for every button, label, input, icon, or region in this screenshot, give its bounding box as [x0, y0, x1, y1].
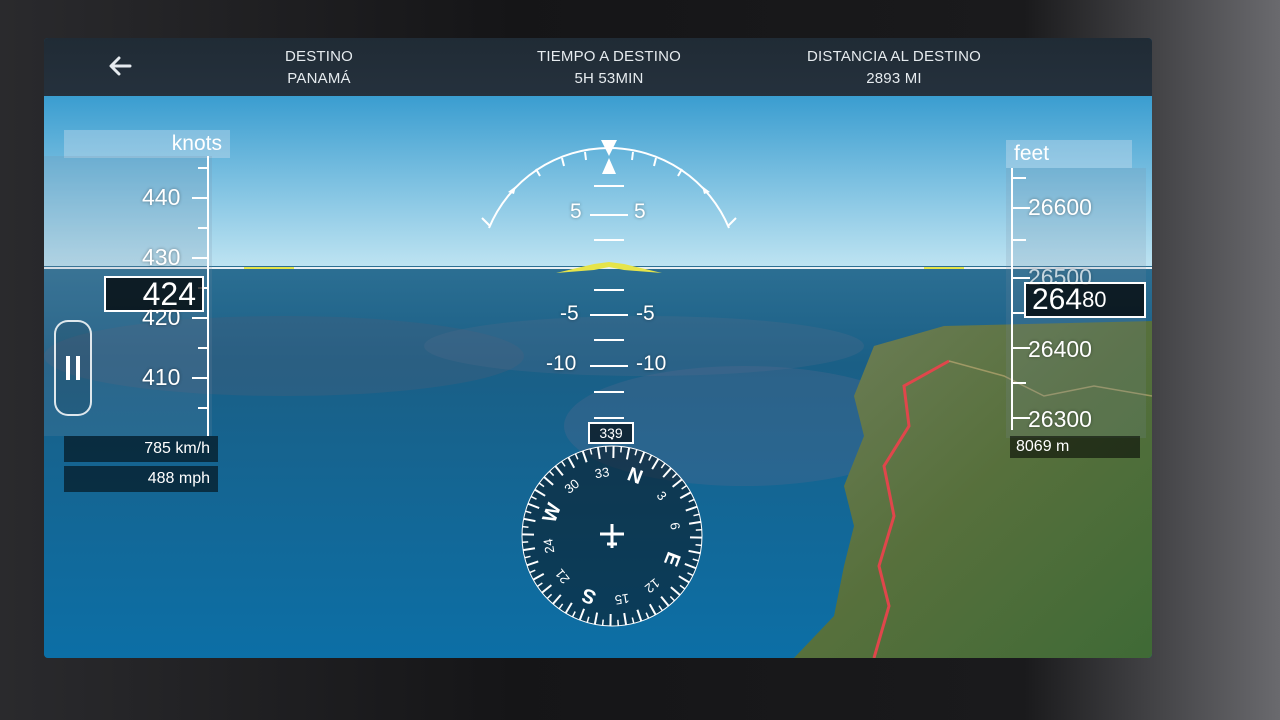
distance-value: 2893 MI	[866, 70, 922, 87]
top-info-bar: DESTINO PANAMÁ TIEMPO A DESTINO 5H 53MIN…	[44, 38, 1152, 96]
distance-to-destination-block: DISTANCIA AL DESTINO 2893 MI	[789, 46, 999, 90]
time-value: 5H 53MIN	[574, 70, 644, 87]
pause-icon	[66, 356, 80, 380]
destination-label: DESTINO	[284, 48, 354, 65]
destination-value: PANAMÁ	[287, 70, 351, 87]
pitch-down5-right: -5	[636, 302, 655, 325]
speed-mph: 488 mph	[64, 466, 218, 492]
flight-display-screen: DESTINO PANAMÁ TIEMPO A DESTINO 5H 53MIN…	[44, 38, 1152, 658]
compass-tick	[620, 446, 623, 453]
altitude-tick-26300: 26300	[1028, 406, 1092, 432]
time-label: TIEMPO A DESTINO	[536, 48, 682, 65]
time-to-destination-block: TIEMPO A DESTINO 5H 53MIN	[514, 46, 704, 90]
destination-block: DESTINO PANAMÁ	[254, 46, 384, 90]
pitch-up5-right: 5	[634, 200, 646, 223]
attitude-indicator	[481, 140, 737, 419]
compass-label-33: 33	[594, 464, 611, 481]
current-altitude-readout: 26480	[1024, 282, 1146, 318]
altitude-meters: 8069 m	[1010, 436, 1140, 458]
speed-kmh: 785 km/h	[64, 436, 218, 462]
pitch-up5-left: 5	[570, 200, 582, 223]
altitude-main-digits: 264	[1032, 283, 1083, 316]
altitude-tick-26600: 26600	[1028, 194, 1092, 220]
compass-label-15: 15	[614, 591, 631, 608]
compass-tick	[522, 525, 529, 528]
pitch-down10-right: -10	[636, 352, 667, 375]
aircraft-symbol	[556, 262, 662, 273]
compass-label-24: 24	[540, 538, 557, 555]
current-speed-readout: 424	[104, 276, 204, 312]
compass-tick	[695, 544, 702, 547]
speed-tick-410: 410	[142, 364, 181, 390]
back-arrow-icon[interactable]	[104, 50, 136, 82]
compass-rose: N36E1215S2124W3033	[521, 438, 703, 627]
distance-label: DISTANCIA AL DESTINO	[806, 48, 982, 65]
altitude-tick-26400: 26400	[1028, 336, 1092, 362]
pause-button[interactable]	[54, 320, 92, 416]
altitude-roll-digits: 80	[1082, 287, 1107, 312]
pitch-down5-left: -5	[560, 302, 579, 325]
speed-unit-label: knots	[64, 130, 230, 158]
speed-tick-440: 440	[142, 184, 181, 210]
altitude-unit-label: feet	[1006, 140, 1132, 168]
pitch-down10-left: -10	[546, 352, 577, 375]
compass-tick	[601, 619, 604, 626]
speed-tick-430: 430	[142, 244, 181, 270]
